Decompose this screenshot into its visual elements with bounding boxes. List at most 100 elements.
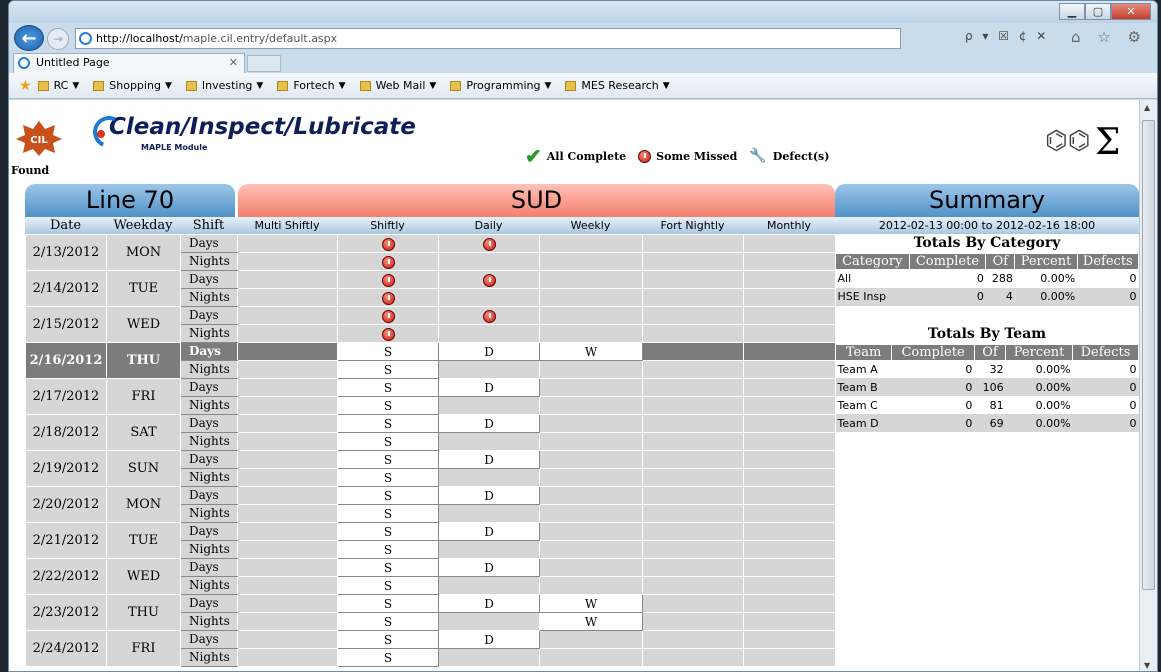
task-cell[interactable] <box>539 450 643 469</box>
forward-arrow-icon[interactable]: → <box>47 28 69 50</box>
task-cell[interactable] <box>237 396 338 415</box>
task-cell[interactable] <box>642 450 744 469</box>
task-cell[interactable]: W <box>539 342 643 361</box>
favorite-item[interactable]: Shopping ▼ <box>93 79 172 92</box>
dropdown-arrow-icon[interactable]: ▼ <box>339 81 346 91</box>
task-cell[interactable] <box>237 306 338 325</box>
task-cell[interactable] <box>438 432 540 451</box>
task-cell[interactable] <box>237 252 338 271</box>
date-cell[interactable]: 2/21/2012 <box>25 522 107 559</box>
task-cell[interactable] <box>237 234 338 253</box>
task-cell[interactable] <box>743 432 836 451</box>
minimize-button[interactable]: ▁ <box>1059 3 1085 20</box>
task-cell[interactable]: S <box>337 594 439 613</box>
task-cell[interactable]: S <box>337 558 439 577</box>
task-cell[interactable]: D <box>438 558 540 577</box>
task-cell[interactable] <box>539 360 643 379</box>
favorites-star-icon[interactable]: ★ <box>19 78 32 94</box>
task-cell[interactable] <box>438 648 540 667</box>
task-cell[interactable] <box>237 648 338 667</box>
date-cell[interactable]: 2/15/2012 <box>25 306 107 343</box>
task-cell[interactable] <box>743 576 836 595</box>
task-cell[interactable]: S <box>337 612 439 631</box>
task-cell[interactable] <box>539 576 643 595</box>
task-cell[interactable]: S <box>337 342 439 361</box>
task-cell[interactable] <box>337 234 439 253</box>
task-cell[interactable] <box>438 612 540 631</box>
task-cell[interactable] <box>539 396 643 415</box>
date-cell[interactable]: 2/22/2012 <box>25 558 107 595</box>
task-cell[interactable] <box>237 360 338 379</box>
task-cell[interactable]: W <box>539 594 643 613</box>
task-cell[interactable] <box>237 576 338 595</box>
favorite-item[interactable]: Programming ▼ <box>450 79 551 92</box>
sigma-icon[interactable]: Σ <box>1095 122 1120 163</box>
task-cell[interactable] <box>438 360 540 379</box>
task-cell[interactable] <box>539 324 643 343</box>
task-cell[interactable] <box>642 378 744 397</box>
task-cell[interactable] <box>743 630 836 649</box>
task-cell[interactable] <box>743 486 836 505</box>
dropdown-arrow-icon[interactable]: ▼ <box>256 81 263 91</box>
task-cell[interactable] <box>743 540 836 559</box>
task-cell[interactable] <box>743 594 836 613</box>
task-cell[interactable] <box>642 234 744 253</box>
task-cell[interactable]: S <box>337 576 439 595</box>
address-controls[interactable]: ρ ▾ ☒ ¢ ✕ <box>965 29 1049 43</box>
task-cell[interactable] <box>743 360 836 379</box>
date-cell[interactable]: 2/13/2012 <box>25 234 107 271</box>
task-cell[interactable] <box>539 540 643 559</box>
task-cell[interactable] <box>237 558 338 577</box>
task-cell[interactable] <box>743 612 836 631</box>
dropdown-arrow-icon[interactable]: ▼ <box>663 81 670 91</box>
task-cell[interactable] <box>237 342 338 361</box>
task-cell[interactable] <box>539 270 643 289</box>
favorite-item[interactable]: Web Mail ▼ <box>359 79 436 92</box>
task-cell[interactable] <box>337 270 439 289</box>
task-cell[interactable] <box>743 324 836 343</box>
task-cell[interactable] <box>539 648 643 667</box>
task-cell[interactable] <box>438 504 540 523</box>
task-cell[interactable] <box>743 558 836 577</box>
date-cell[interactable]: 2/17/2012 <box>25 378 107 415</box>
new-tab-button[interactable] <box>247 55 281 72</box>
date-cell[interactable]: 2/18/2012 <box>25 414 107 451</box>
task-cell[interactable] <box>642 522 744 541</box>
task-cell[interactable] <box>642 252 744 271</box>
task-cell[interactable] <box>438 288 540 307</box>
task-cell[interactable] <box>237 414 338 433</box>
task-cell[interactable] <box>642 288 744 307</box>
task-cell[interactable]: D <box>438 630 540 649</box>
date-cell[interactable]: 2/23/2012 <box>25 594 107 631</box>
task-cell[interactable] <box>642 504 744 523</box>
task-cell[interactable] <box>539 432 643 451</box>
task-cell[interactable] <box>743 414 836 433</box>
task-cell[interactable] <box>642 558 744 577</box>
dropdown-arrow-icon[interactable]: ▼ <box>72 81 79 91</box>
task-cell[interactable] <box>237 432 338 451</box>
scroll-up-icon[interactable]: ▲ <box>1144 103 1150 112</box>
dropdown-arrow-icon[interactable]: ▼ <box>544 81 551 91</box>
tab-close-icon[interactable]: ✕ <box>229 54 238 72</box>
task-cell[interactable] <box>438 540 540 559</box>
task-cell[interactable] <box>642 306 744 325</box>
date-cell[interactable]: 2/24/2012 <box>25 630 107 667</box>
task-cell[interactable] <box>539 306 643 325</box>
task-cell[interactable] <box>539 630 643 649</box>
task-cell[interactable] <box>743 450 836 469</box>
task-cell[interactable] <box>237 450 338 469</box>
task-cell[interactable] <box>642 342 744 361</box>
task-cell[interactable] <box>539 414 643 433</box>
vertical-scrollbar[interactable]: ▲ ▼ <box>1139 100 1157 671</box>
task-cell[interactable]: W <box>539 612 643 631</box>
dropdown-arrow-icon[interactable]: ▼ <box>165 81 172 91</box>
task-cell[interactable]: S <box>337 522 439 541</box>
favorite-item[interactable]: Investing ▼ <box>185 79 263 92</box>
task-cell[interactable]: S <box>337 450 439 469</box>
task-cell[interactable]: D <box>438 378 540 397</box>
binoculars-icon[interactable]: ⌬⌬ <box>1045 126 1090 156</box>
task-cell[interactable] <box>642 468 744 487</box>
task-cell[interactable] <box>743 342 836 361</box>
task-cell[interactable]: D <box>438 522 540 541</box>
task-cell[interactable] <box>539 504 643 523</box>
